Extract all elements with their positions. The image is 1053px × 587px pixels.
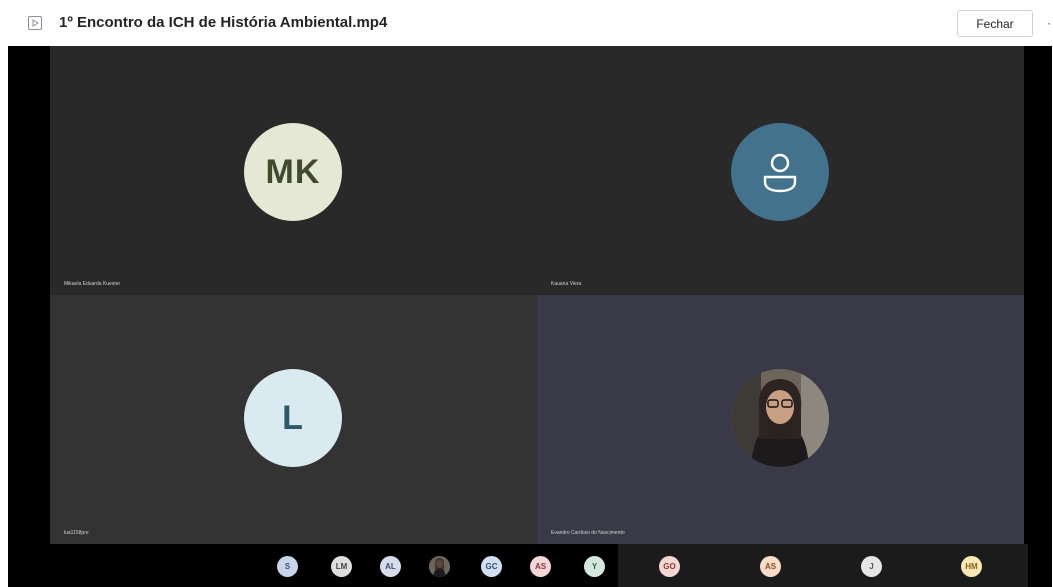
- avatar-initials: LM: [335, 562, 348, 571]
- avatar-initials: HM: [965, 562, 978, 571]
- close-button[interactable]: Fechar: [957, 10, 1033, 37]
- avatar-initials: S: [284, 562, 291, 571]
- avatar-initials: MK: [265, 152, 321, 191]
- avatar-initials: AS: [764, 562, 777, 571]
- participant-avatar-photo[interactable]: [429, 556, 450, 577]
- avatar-initials: AS: [534, 562, 547, 571]
- video-stage: MK Mikaela Eduarda Kuester Kauana Viera …: [8, 46, 1052, 587]
- avatar-initials: L: [282, 398, 304, 437]
- participant-photo: [731, 369, 829, 467]
- avatar: MK: [244, 123, 342, 221]
- participant-avatar[interactable]: AS: [530, 556, 551, 577]
- title-bar: 1º Encontro da ICH de História Ambiental…: [0, 0, 1053, 46]
- participant-avatar[interactable]: GO: [659, 556, 680, 577]
- generic-person-icon: [763, 153, 797, 193]
- participant-avatar[interactable]: S: [277, 556, 298, 577]
- participant-tile: L lua1158pre: [50, 295, 537, 544]
- participant-name: Mikaela Eduarda Kuester: [64, 281, 121, 287]
- video-title: 1º Encontro da ICH de História Ambiental…: [59, 14, 388, 31]
- avatar-initials: J: [869, 562, 874, 571]
- participant-avatar[interactable]: AS: [760, 556, 781, 577]
- person-photo-icon: [731, 369, 829, 467]
- avatar-initials: Y: [591, 562, 598, 571]
- participant-avatar[interactable]: AL: [380, 556, 401, 577]
- participant-avatar[interactable]: GC: [481, 556, 502, 577]
- more-options-icon[interactable]: ·: [1047, 16, 1051, 30]
- participant-name: lua1158pre: [64, 530, 89, 536]
- participant-tile: Kauana Viera: [537, 46, 1024, 295]
- participant-avatar[interactable]: HM: [961, 556, 982, 577]
- avatar-initials: GC: [485, 562, 498, 571]
- avatar: L: [244, 369, 342, 467]
- avatar: [731, 123, 829, 221]
- person-photo-icon: [429, 556, 450, 577]
- participant-name: Kauana Viera: [551, 281, 582, 287]
- play-file-icon: [28, 16, 42, 30]
- avatar-initials: AL: [385, 562, 396, 571]
- participant-name: Evandro Cardoso do Nascimento: [551, 530, 625, 536]
- participant-tile: MK Mikaela Eduarda Kuester: [50, 46, 537, 295]
- participant-avatar[interactable]: Y: [584, 556, 605, 577]
- participant-avatar[interactable]: J: [861, 556, 882, 577]
- avatar-initials: GO: [663, 562, 676, 571]
- participants-strip: S LM AL GC AS Y GO AS J HM: [8, 544, 1052, 587]
- participant-tile: Evandro Cardoso do Nascimento: [537, 295, 1024, 544]
- participant-avatar[interactable]: LM: [331, 556, 352, 577]
